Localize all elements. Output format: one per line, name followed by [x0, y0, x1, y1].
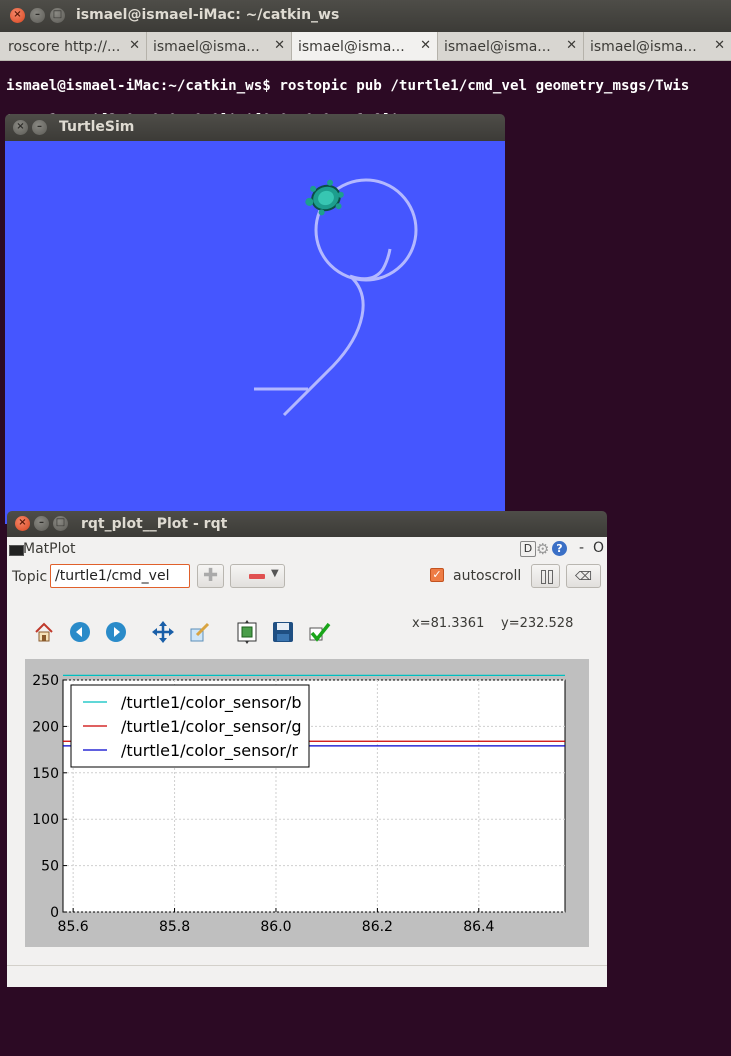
y-tick-label: 0 — [50, 905, 59, 921]
cursor-y-readout: y=232.528 — [501, 616, 574, 631]
close-icon[interactable]: × — [10, 8, 25, 23]
close-tab-icon[interactable]: ✕ — [714, 38, 725, 53]
cursor-x-readout: x=81.3361 — [412, 616, 485, 631]
topic-input[interactable]: /turtle1/cmd_vel — [50, 564, 190, 588]
plugin-label: MatPlot — [23, 541, 76, 557]
x-tick-label: 85.8 — [159, 919, 190, 935]
terminal-titlebar[interactable]: × – □ ismael@ismael-iMac: ~/catkin_ws — [0, 0, 731, 32]
home-icon[interactable] — [32, 620, 56, 644]
close-icon[interactable]: × — [13, 120, 28, 135]
legend: /turtle1/color_sensor/b/turtle1/color_se… — [70, 684, 310, 768]
x-tick-label: 86.0 — [260, 919, 291, 935]
rqt-titlebar[interactable]: × – □ rqt_plot__Plot - rqt — [7, 511, 607, 537]
x-tick-label: 86.2 — [362, 919, 393, 935]
legend-label: /turtle1/color_sensor/g — [121, 717, 301, 737]
close-tab-icon[interactable]: ✕ — [129, 38, 140, 53]
rqt-title: rqt_plot__Plot - rqt — [81, 516, 228, 532]
rqt-window: × – □ rqt_plot__Plot - rqt MatPlot D ⚙ ?… — [7, 511, 607, 987]
y-tick-label: 50 — [41, 859, 59, 875]
clear-button[interactable]: ⌫ — [566, 564, 601, 588]
minimize-plugin-icon[interactable]: - — [579, 540, 584, 556]
turtle-icon — [305, 179, 344, 216]
zoom-icon[interactable] — [188, 620, 212, 644]
pause-button[interactable] — [531, 564, 560, 588]
clear-icon: ⌫ — [575, 569, 592, 583]
minimize-icon[interactable]: – — [34, 516, 49, 531]
turtlesim-canvas — [5, 141, 505, 524]
minimize-icon[interactable]: – — [32, 120, 47, 135]
y-tick-label: 100 — [32, 812, 59, 828]
add-topic-button[interactable]: ✚ — [197, 564, 224, 588]
chevron-down-icon: ▼ — [271, 568, 279, 579]
forward-arrow-icon[interactable] — [104, 620, 128, 644]
tab-label: ismael@isma... — [590, 39, 697, 55]
maximize-icon[interactable]: □ — [53, 516, 68, 531]
close-plugin-icon[interactable]: O — [593, 540, 604, 556]
terminal-tab-5[interactable]: ismael@isma... ✕ — [584, 32, 731, 60]
terminal-title: ismael@ismael-iMac: ~/catkin_ws — [76, 7, 340, 23]
status-bar — [7, 965, 607, 988]
close-tab-icon[interactable]: ✕ — [566, 38, 577, 53]
turtlesim-window: × – TurtleSim — [5, 114, 505, 524]
minimize-icon[interactable]: – — [30, 8, 45, 23]
y-tick-label: 250 — [32, 673, 59, 689]
tab-label: ismael@isma... — [298, 39, 405, 55]
tab-label: ismael@isma... — [444, 39, 551, 55]
terminal-tab-2[interactable]: ismael@isma... ✕ — [147, 32, 292, 60]
maximize-icon[interactable]: □ — [50, 8, 65, 23]
pause-icon-bar — [548, 570, 553, 584]
terminal-line: ismael@ismael-iMac:~/catkin_ws$ rostopic… — [6, 78, 690, 94]
terminal-tab-bar: roscore http://... ✕ ismael@isma... ✕ isma… — [0, 32, 731, 61]
tab-label: roscore http://... — [8, 39, 121, 55]
tab-label: ismael@isma... — [153, 39, 260, 55]
x-tick-label: 85.6 — [58, 919, 89, 935]
autoscroll-label: autoscroll — [453, 568, 522, 584]
terminal-tab-4[interactable]: ismael@isma... ✕ — [438, 32, 584, 60]
close-tab-icon[interactable]: ✕ — [274, 38, 285, 53]
plot-canvas: 85.6 85.8 86.0 86.2 86.4 0 50 100 150 200 250 /tur… — [32, 673, 566, 935]
help-icon[interactable]: ? — [552, 541, 567, 556]
matplot-icon — [9, 545, 24, 556]
help-d-icon[interactable]: D — [520, 541, 536, 557]
x-tick-label: 86.4 — [463, 919, 494, 935]
terminal-tab-1[interactable]: roscore http://... ✕ — [2, 32, 147, 60]
close-tab-icon[interactable]: ✕ — [420, 38, 431, 53]
save-icon[interactable] — [271, 620, 295, 644]
back-arrow-icon[interactable] — [68, 620, 92, 644]
topic-label: Topic — [12, 569, 48, 585]
gear-icon[interactable]: ⚙ — [536, 540, 549, 558]
subplots-icon[interactable] — [235, 620, 259, 644]
pan-icon[interactable] — [151, 620, 175, 644]
terminal-tab-3[interactable]: ismael@isma... ✕ — [292, 32, 438, 60]
plot-figure[interactable]: 85.6 85.8 86.0 86.2 86.4 0 50 100 150 200 250 /tur… — [25, 659, 589, 947]
turtlesim-title: TurtleSim — [59, 119, 135, 135]
pause-icon — [541, 570, 546, 584]
autoscroll-checkbox[interactable]: ✓ — [430, 568, 444, 582]
rqt-body: MatPlot D ⚙ ? - O Topic /turtle1/cmd_vel… — [7, 537, 607, 987]
y-tick-label: 200 — [32, 719, 59, 735]
legend-label: /turtle1/color_sensor/b — [121, 693, 301, 713]
turtlesim-titlebar[interactable]: × – TurtleSim — [5, 114, 505, 141]
y-tick-label: 150 — [32, 766, 59, 782]
remove-topic-button[interactable]: ▼ — [230, 564, 285, 588]
minus-icon — [249, 574, 265, 579]
close-icon[interactable]: × — [15, 516, 30, 531]
turtle-path — [254, 178, 418, 417]
legend-label: /turtle1/color_sensor/r — [121, 741, 298, 761]
edit-curves-icon[interactable] — [307, 620, 331, 644]
